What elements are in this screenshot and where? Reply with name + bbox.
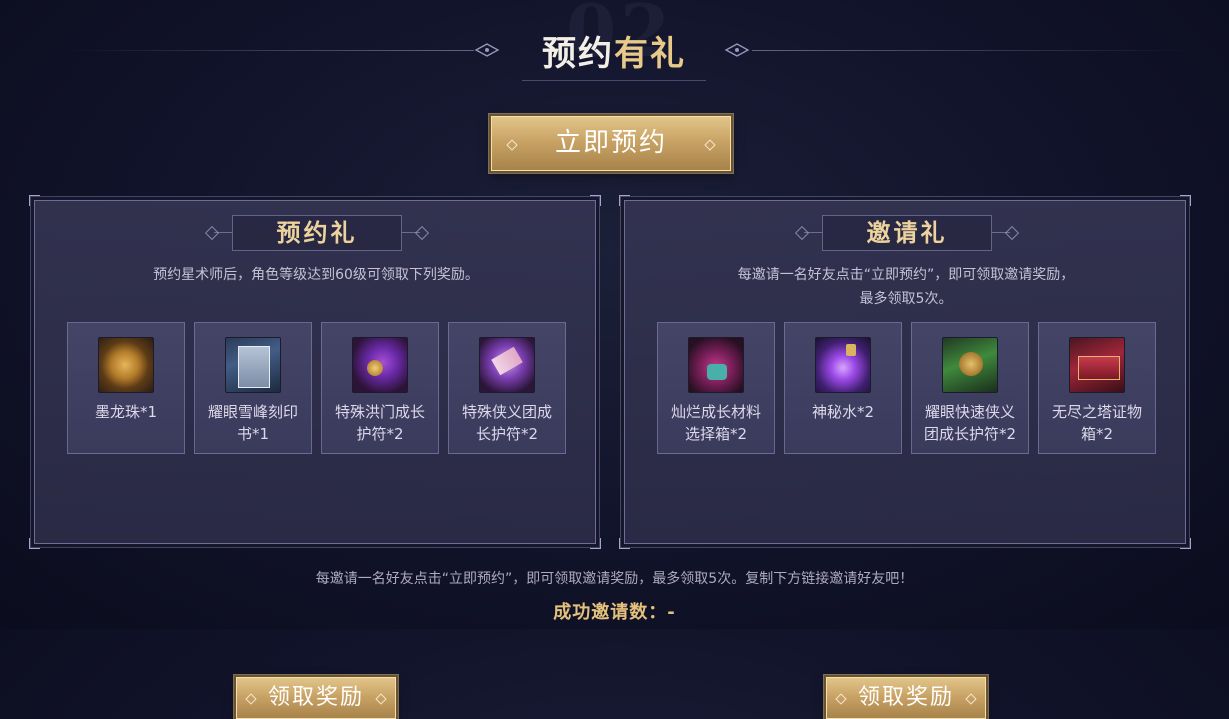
corner-ornament (619, 538, 630, 549)
diamond-left-icon (506, 138, 518, 151)
reserve-now-button[interactable]: 立即预约 (491, 116, 731, 171)
reward-name-line: 灿烂成长材料 (670, 403, 761, 421)
reward-name-line: 神秘水*2 (811, 403, 875, 421)
reward-item-engraving-book[interactable]: 耀眼雪峰刻印 书*1 (194, 322, 312, 454)
invite-gift-panel: 邀请礼 每邀请一名好友点击“立即预约”，即可领取邀请奖励， 最多领取5次。 灿烂… (619, 195, 1191, 719)
title-ornament-left-icon (794, 225, 810, 241)
reward-item-name: 灿烂成长材料 选择箱*2 (662, 401, 770, 445)
reward-item-dragon-pearl[interactable]: 墨龙珠*1 (67, 322, 185, 454)
reward-name-line: 耀眼快速侠义 (924, 403, 1015, 421)
reward-name-line: 选择箱*2 (684, 425, 748, 443)
mystic-potion-icon (815, 337, 871, 393)
title-part1: 预约 (542, 34, 614, 74)
invite-reward-list: 灿烂成长材料 选择箱*2 神秘水*2 耀眼快速侠义 团成长护符*2 无尽之塔证物… (657, 322, 1157, 454)
reward-item-name: 墨龙珠*1 (72, 401, 180, 423)
title-ornament-right-icon (414, 225, 430, 241)
reward-item-name: 无尽之塔证物 箱*2 (1043, 401, 1151, 445)
reward-name-line: 耀眼雪峰刻印 (207, 403, 298, 421)
reward-item-chivalry-amulet[interactable]: 特殊侠义团成 长护符*2 (448, 322, 566, 454)
title-wing-left (804, 232, 822, 233)
description-line: 预约星术师后，角色等级达到60级可领取下列奖励。 (153, 267, 479, 283)
corner-ornament (619, 195, 630, 206)
reward-name-line: 特殊洪门成长 (334, 403, 425, 421)
reward-item-endless-tower-chest[interactable]: 无尽之塔证物 箱*2 (1038, 322, 1156, 454)
description-line: 最多领取5次。 (859, 291, 953, 307)
hongmen-amulet-icon (352, 337, 408, 393)
successful-invite-count: 成功邀请数：- (553, 602, 676, 623)
header-divider-right (752, 50, 1192, 51)
reward-item-name: 神秘水*2 (789, 401, 897, 423)
reward-name-line: 团成长护符*2 (923, 425, 1017, 443)
reward-name-line: 箱*2 (1080, 425, 1114, 443)
diamond-right-icon (704, 138, 716, 151)
diamond-right-icon (965, 693, 977, 705)
reserve-now-label: 立即预约 (554, 128, 667, 158)
reserve-gift-title: 预约礼 (232, 215, 402, 251)
reward-item-fast-chivalry-amulet[interactable]: 耀眼快速侠义 团成长护符*2 (911, 322, 1029, 454)
corner-ornament (1180, 195, 1191, 206)
reward-item-mystic-potion[interactable]: 神秘水*2 (784, 322, 902, 454)
corner-ornament (590, 195, 601, 206)
reward-item-hongmen-amulet[interactable]: 特殊洪门成长 护符*2 (321, 322, 439, 454)
description-line: 每邀请一名好友点击“立即预约”，即可领取邀请奖励， (737, 267, 1075, 283)
reward-item-material-bag[interactable]: 灿烂成长材料 选择箱*2 (657, 322, 775, 454)
invite-gift-title: 邀请礼 (822, 215, 992, 251)
claim-invite-reward-button[interactable]: 领取奖励 (826, 677, 986, 719)
claim-label: 领取奖励 (267, 685, 364, 710)
corner-ornament (29, 195, 40, 206)
corner-ornament (590, 538, 601, 549)
title-underline (522, 80, 706, 81)
reward-item-name: 耀眼快速侠义 团成长护符*2 (916, 401, 1024, 445)
invite-instruction-note: 每邀请一名好友点击“立即预约”，即可领取邀请奖励，最多领取5次。复制下方链接邀请… (315, 571, 914, 587)
reserve-gift-panel: 预约礼 预约星术师后，角色等级达到60级可领取下列奖励。 墨龙珠*1 耀眼雪峰刻… (29, 195, 601, 719)
endless-tower-chest-icon (1069, 337, 1125, 393)
title-wing-left (214, 232, 232, 233)
reward-name-line: 书*1 (236, 425, 270, 443)
reserve-gift-description: 预约星术师后，角色等级达到60级可领取下列奖励。 (55, 263, 577, 287)
diamond-right-icon (375, 693, 387, 705)
header-ornament-right-icon (724, 43, 750, 57)
engraving-book-icon (225, 337, 281, 393)
reward-name-line: 特殊侠义团成 (461, 403, 552, 421)
reward-name-line: 无尽之塔证物 (1051, 403, 1142, 421)
header-ornament-left-icon (474, 43, 500, 57)
reserve-reward-list: 墨龙珠*1 耀眼雪峰刻印 书*1 特殊洪门成长 护符*2 特殊侠义团成 长护符*… (67, 322, 567, 454)
title-ornament-left-icon (204, 225, 220, 241)
dragon-pearl-icon (98, 337, 154, 393)
reward-name-line: 墨龙珠*1 (94, 403, 158, 421)
title-ornament-right-icon (1004, 225, 1020, 241)
reward-name-line: 长护符*2 (475, 425, 539, 443)
reward-name-line: 护符*2 (356, 425, 404, 443)
claim-reserve-reward-button[interactable]: 领取奖励 (236, 677, 396, 719)
invite-gift-description: 每邀请一名好友点击“立即预约”，即可领取邀请奖励， 最多领取5次。 (645, 263, 1167, 311)
fast-chivalry-amulet-icon (942, 337, 998, 393)
reward-item-name: 特殊侠义团成 长护符*2 (453, 401, 561, 445)
corner-ornament (1180, 538, 1191, 549)
diamond-left-icon (835, 693, 847, 705)
corner-ornament (29, 538, 40, 549)
page-title: 预约有礼 (514, 26, 714, 75)
chivalry-amulet-icon (479, 337, 535, 393)
header-divider-left (64, 50, 474, 51)
title-part2: 有礼 (614, 34, 686, 74)
reward-item-name: 耀眼雪峰刻印 书*1 (199, 401, 307, 445)
claim-label: 领取奖励 (857, 685, 954, 710)
reward-item-name: 特殊洪门成长 护符*2 (326, 401, 434, 445)
diamond-left-icon (245, 693, 257, 705)
material-bag-icon (688, 337, 744, 393)
